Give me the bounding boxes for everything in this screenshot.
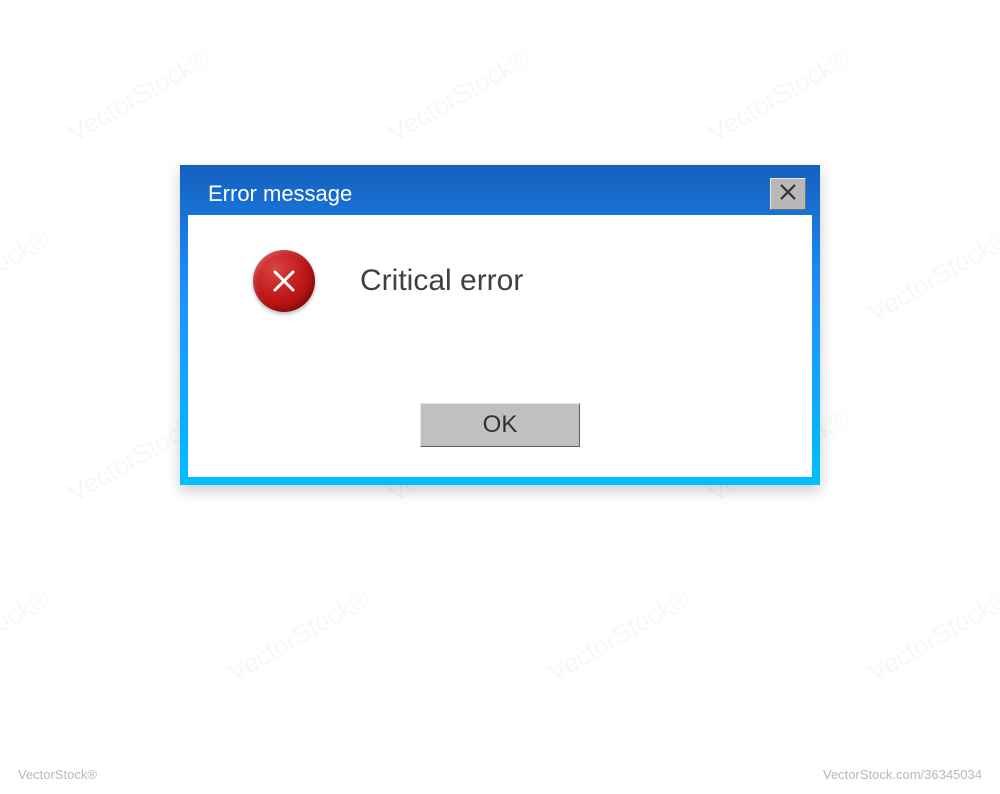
dialog-body: Critical error OK (188, 215, 812, 477)
close-button[interactable] (770, 178, 806, 210)
titlebar[interactable]: Error message (188, 173, 812, 215)
error-dialog: Error message Critical error OK (180, 165, 820, 485)
close-icon (779, 183, 797, 206)
error-message: Critical error (360, 264, 523, 298)
dialog-title: Error message (208, 181, 352, 207)
button-row: OK (188, 403, 812, 447)
ok-label: OK (483, 411, 518, 439)
watermark-footer: VectorStock® VectorStock.com/36345034 (0, 767, 1000, 782)
watermark-brand: VectorStock® (18, 767, 97, 782)
ok-button[interactable]: OK (420, 403, 580, 447)
error-icon (253, 250, 315, 312)
watermark-id: VectorStock.com/36345034 (823, 767, 982, 782)
content-row: Critical error (188, 215, 812, 312)
